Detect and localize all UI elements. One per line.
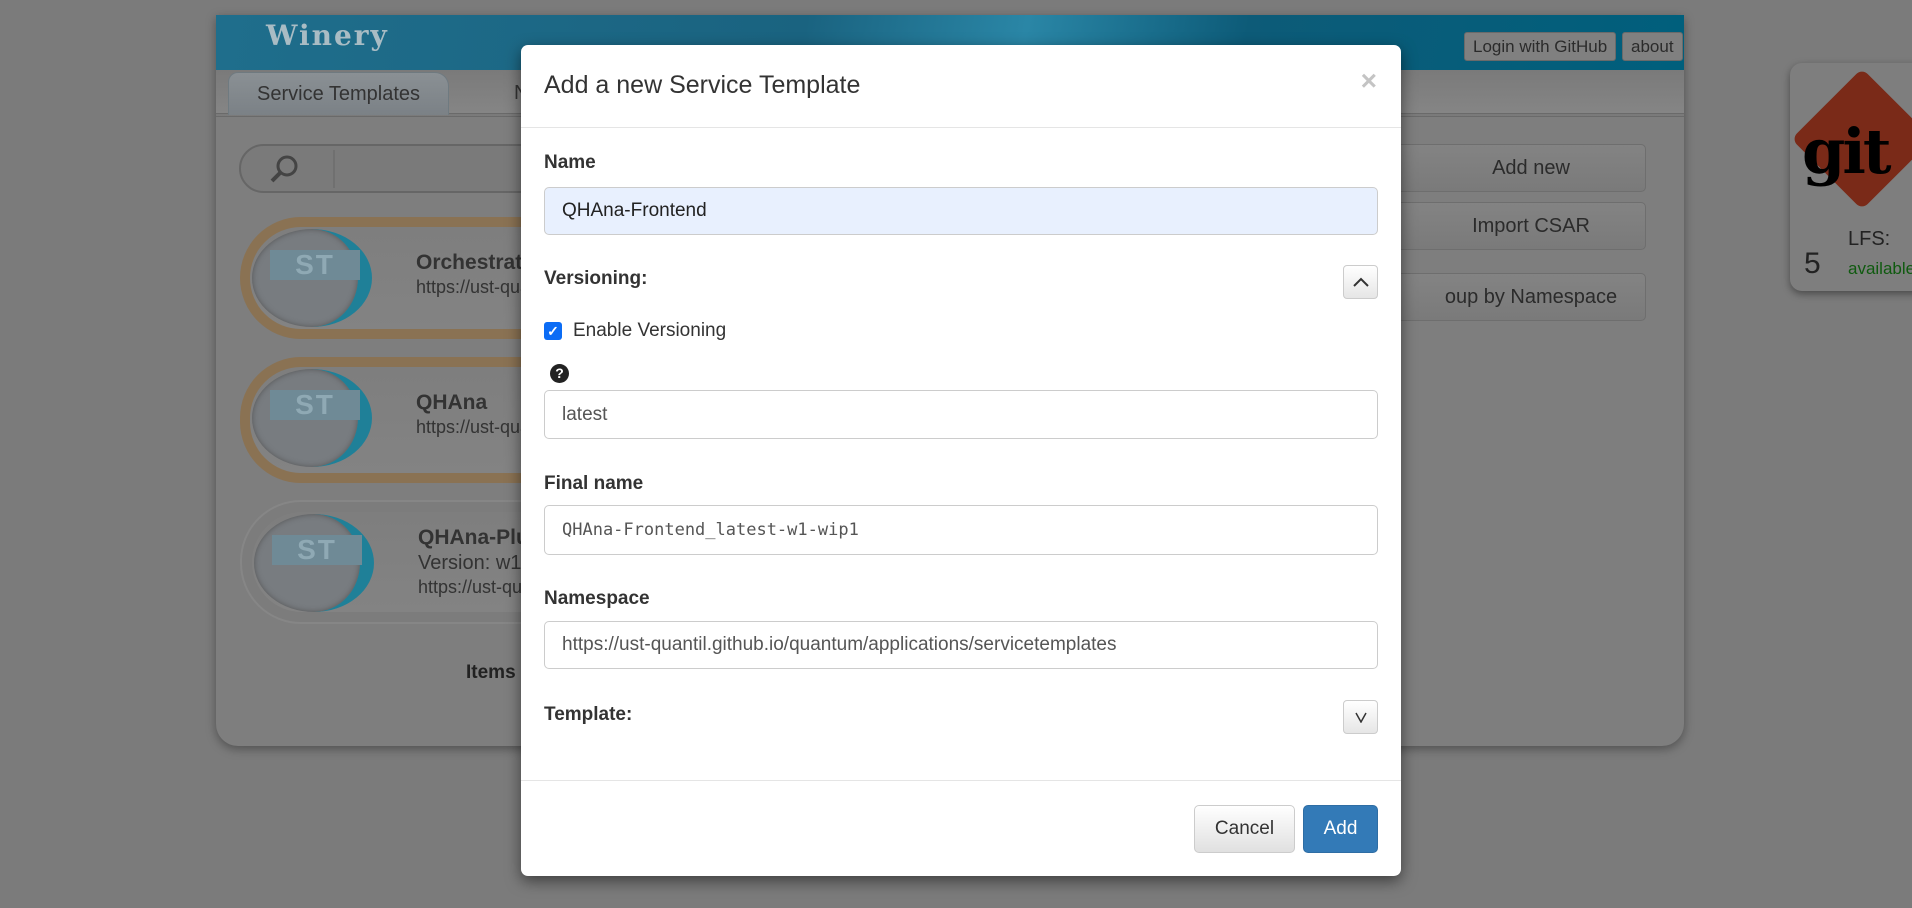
footer-divider — [521, 780, 1401, 781]
template-label: Template: — [544, 704, 633, 725]
st-label: ST — [270, 250, 360, 280]
items-label: Items — [466, 662, 516, 683]
chevron-up-icon — [1352, 277, 1369, 287]
template-expand-button[interactable] — [1343, 700, 1378, 734]
about-button[interactable]: about — [1622, 32, 1683, 61]
st-label: ST — [272, 535, 362, 565]
namespace-input[interactable]: https://ust-quantil.github.io/quantum/ap… — [544, 621, 1378, 669]
header-divider — [521, 127, 1401, 128]
final-name-label: Final name — [544, 473, 644, 494]
card-namespace: https://ust-qua — [418, 577, 533, 597]
card-namespace: https://ust-qua — [416, 277, 531, 297]
card-title: QHAna — [416, 391, 488, 414]
winery-logo: Winery — [266, 19, 389, 52]
name-input[interactable]: QHAna-Frontend — [544, 187, 1378, 235]
git-status-card[interactable]: git 5 LFS: available — [1790, 63, 1912, 291]
enable-versioning-label: Enable Versioning — [573, 320, 727, 341]
versioning-collapse-button[interactable] — [1343, 265, 1378, 299]
version-input[interactable]: latest — [544, 390, 1378, 439]
help-icon[interactable]: ? — [550, 364, 569, 383]
st-label: ST — [270, 390, 360, 420]
card-title: Orchestrat — [416, 251, 523, 274]
add-service-template-dialog: Add a new Service Template × Name QHAna-… — [521, 45, 1401, 876]
enable-versioning-checkbox[interactable]: ✓ — [544, 322, 562, 340]
card-title: QHAna-Plu — [418, 526, 529, 549]
lfs-label: LFS: — [1848, 228, 1891, 250]
card-version: Version: w1 — [418, 552, 522, 574]
versioning-label: Versioning: — [544, 268, 648, 289]
lfs-status: available — [1848, 259, 1912, 278]
git-change-count: 5 — [1804, 247, 1821, 280]
name-label: Name — [544, 152, 596, 173]
git-logo-text: git — [1802, 115, 1892, 188]
search-divider — [333, 150, 335, 188]
dialog-title: Add a new Service Template — [544, 71, 861, 99]
close-icon[interactable]: × — [1361, 65, 1377, 97]
final-name-field: QHAna-Frontend_latest-w1-wip1 — [544, 505, 1378, 555]
tab-service-templates[interactable]: Service Templates — [228, 72, 450, 115]
search-icon — [270, 155, 298, 183]
add-button[interactable]: Add — [1303, 805, 1378, 853]
namespace-label: Namespace — [544, 588, 650, 609]
card-namespace: https://ust-qua — [416, 417, 531, 437]
login-github-button[interactable]: Login with GitHub — [1464, 32, 1617, 61]
chevron-down-icon — [1354, 712, 1367, 723]
cancel-button[interactable]: Cancel — [1194, 805, 1295, 853]
